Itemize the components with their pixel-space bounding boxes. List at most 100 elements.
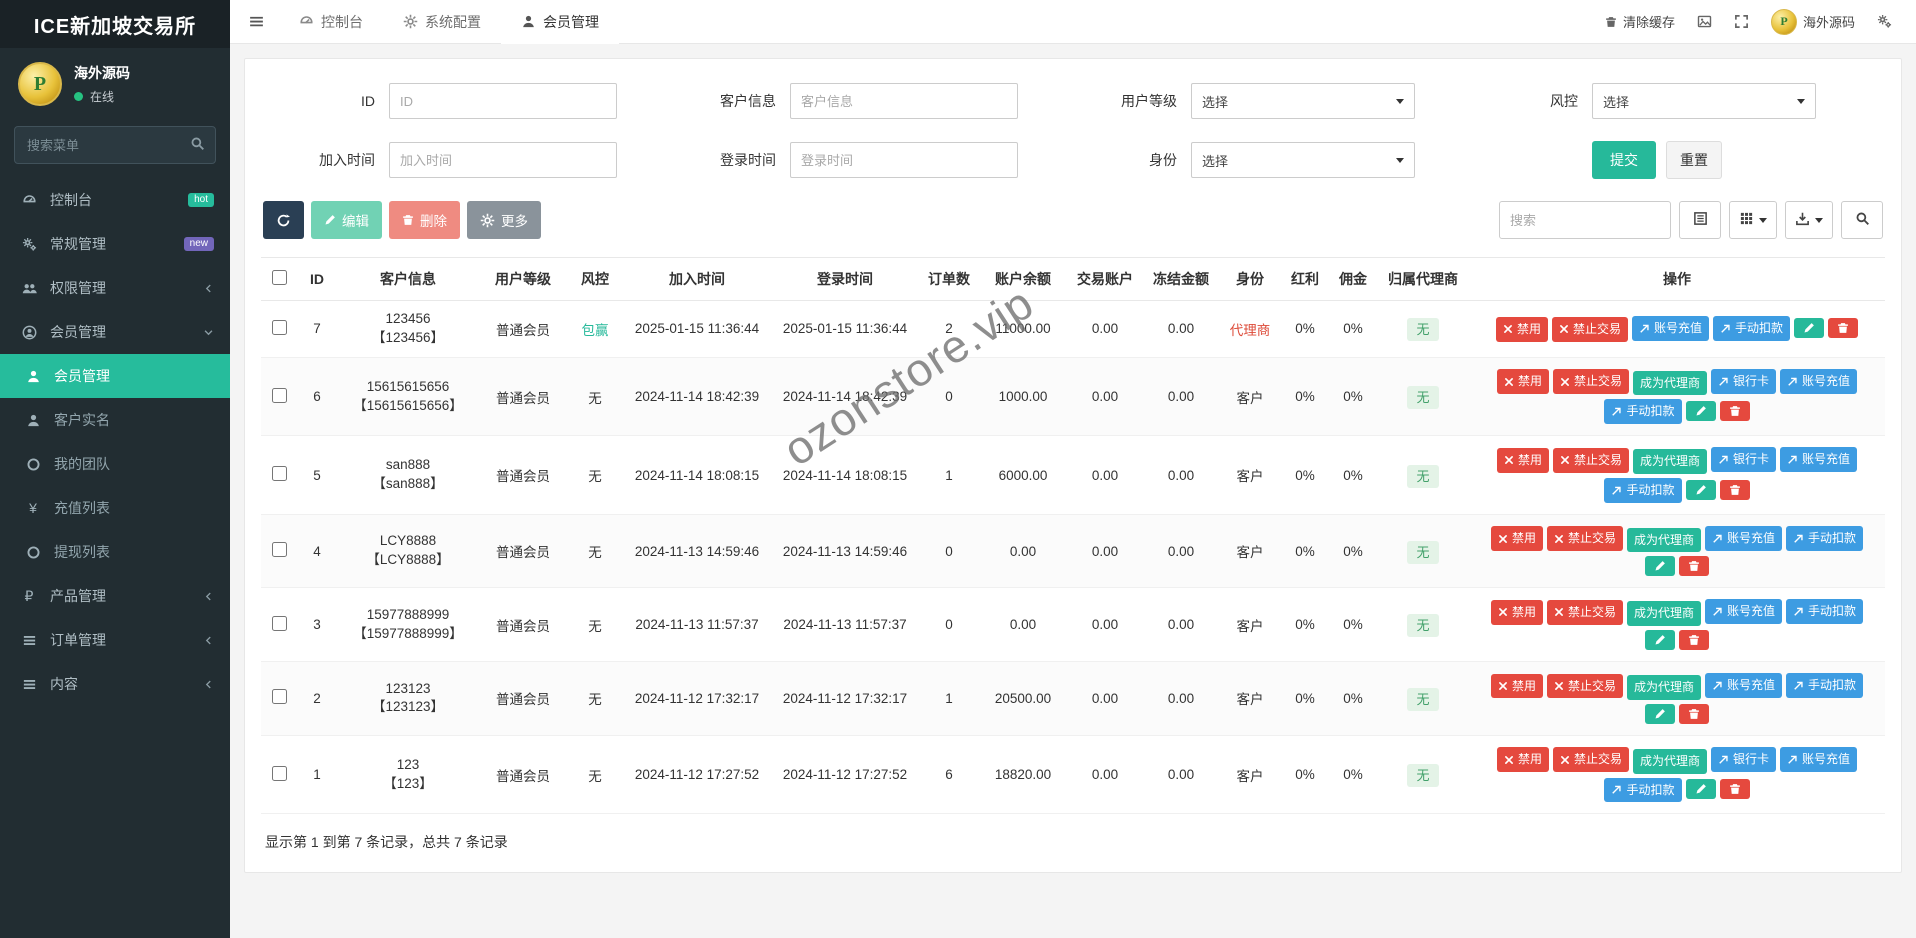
delete-button[interactable] [1719,779,1750,800]
row-checkbox[interactable] [271,387,287,403]
login-time-input[interactable] [790,142,1018,178]
recharge-button[interactable]: 账号充值 [1705,525,1783,551]
deduct-button[interactable]: 手动扣款 [1604,477,1682,503]
refresh-button[interactable] [263,201,304,239]
row-checkbox[interactable] [271,765,287,781]
deduct-button[interactable]: 手动扣款 [1786,525,1864,551]
deduct-button[interactable]: 手动扣款 [1604,399,1682,425]
recharge-button[interactable]: 账号充值 [1780,368,1858,394]
edit-button[interactable] [1645,703,1675,724]
more-button[interactable]: 更多 [467,201,541,239]
sidebar-item-product[interactable]: ₽ 产品管理 [0,574,230,618]
tab-dashboard[interactable]: 控制台 [279,0,383,44]
select-all-checkbox[interactable] [271,270,287,285]
forbid-button[interactable]: 禁止交易 [1551,316,1628,342]
identity-select[interactable]: 选择 [1191,142,1415,178]
search-button[interactable] [1841,201,1883,239]
agent-button[interactable]: 成为代理商 [1626,675,1701,700]
deduct-button[interactable]: 手动扣款 [1604,777,1682,803]
disable-button[interactable]: 禁用 [1490,526,1543,552]
sidebar-item-withdraw-list[interactable]: 提现列表 [0,530,230,574]
sidebar-item-general[interactable]: 常规管理 new [0,222,230,266]
disable-button[interactable]: 禁用 [1490,599,1543,625]
risk-select[interactable]: 选择 [1592,83,1816,119]
recharge-button[interactable]: 账号充值 [1780,746,1858,772]
edit-button[interactable] [1794,318,1825,339]
image-button[interactable] [1697,14,1712,29]
table-search-input[interactable] [1499,201,1671,239]
delete-button[interactable] [1719,479,1750,500]
row-checkbox[interactable] [271,466,287,481]
disable-button[interactable]: 禁用 [1496,747,1549,773]
edit-button[interactable]: 编辑 [311,201,382,239]
forbid-button[interactable]: 禁止交易 [1552,747,1629,773]
bank-button[interactable]: 银行卡 [1711,368,1777,394]
edit-button[interactable] [1685,779,1716,800]
sidebar-item-team[interactable]: 我的团队 [0,442,230,486]
tab-system-config[interactable]: 系统配置 [383,0,501,44]
sidebar-item-customer-real[interactable]: 客户实名 [0,398,230,442]
edit-button[interactable] [1685,479,1716,500]
delete-button[interactable] [1828,318,1859,339]
delete-button[interactable] [1679,703,1709,724]
recharge-button[interactable]: 账号充值 [1632,316,1710,342]
delete-button[interactable] [1679,556,1709,577]
agent-button[interactable]: 成为代理商 [1626,527,1701,553]
bank-button[interactable]: 银行卡 [1711,746,1777,772]
sidebar-item-recharge-list[interactable]: ¥ 充值列表 [0,486,230,530]
settings-button[interactable] [1877,14,1892,29]
forbid-button[interactable]: 禁止交易 [1546,526,1623,552]
hamburger-icon[interactable] [248,13,265,30]
sidebar-item-member-group[interactable]: 会员管理 [0,310,230,354]
row-checkbox[interactable] [271,319,287,335]
sidebar-item-dashboard[interactable]: 控制台 hot [0,178,230,222]
edit-button[interactable] [1685,401,1716,422]
row-checkbox[interactable] [271,689,287,705]
forbid-button[interactable]: 禁止交易 [1552,369,1629,395]
join-time-input[interactable] [389,142,617,178]
row-checkbox[interactable] [271,615,287,631]
forbid-button[interactable]: 禁止交易 [1552,447,1629,473]
export-button[interactable] [1785,201,1833,239]
edit-button[interactable] [1645,630,1675,651]
delete-button[interactable] [1719,401,1750,422]
forbid-button[interactable]: 禁止交易 [1546,673,1623,699]
agent-button[interactable]: 成为代理商 [1626,601,1701,627]
deduct-button[interactable]: 手动扣款 [1786,673,1864,698]
sidebar-item-permission[interactable]: 权限管理 [0,266,230,310]
sidebar-item-content[interactable]: 内容 [0,662,230,706]
deduct-button[interactable]: 手动扣款 [1713,316,1791,342]
disable-button[interactable]: 禁用 [1490,673,1543,699]
customer-input[interactable] [790,83,1018,119]
detail-view-button[interactable] [1679,201,1721,239]
columns-button[interactable] [1729,201,1777,239]
edit-button[interactable] [1645,556,1675,577]
fullscreen-button[interactable] [1734,14,1749,29]
agent-button[interactable]: 成为代理商 [1632,449,1707,474]
reset-button[interactable]: 重置 [1666,141,1722,179]
clear-cache-button[interactable]: 清除缓存 [1605,12,1675,31]
recharge-button[interactable]: 账号充值 [1705,673,1783,698]
row-checkbox[interactable] [271,542,287,558]
recharge-button[interactable]: 账号充值 [1780,447,1858,473]
disable-button[interactable]: 禁用 [1496,447,1549,473]
sidebar-item-member[interactable]: 会员管理 [0,354,230,398]
disable-button[interactable]: 禁用 [1496,369,1549,395]
deduct-button[interactable]: 手动扣款 [1786,599,1864,625]
disable-button[interactable]: 禁用 [1495,316,1548,342]
delete-button[interactable]: 删除 [389,201,460,239]
pencil-icon [1695,484,1707,496]
bank-button[interactable]: 银行卡 [1711,447,1777,473]
sidebar-item-order[interactable]: 订单管理 [0,618,230,662]
user-menu[interactable]: P 海外源码 [1770,8,1855,35]
recharge-button[interactable]: 账号充值 [1705,599,1783,625]
level-select[interactable]: 选择 [1191,83,1415,119]
agent-button[interactable]: 成为代理商 [1632,748,1707,774]
id-input[interactable] [389,83,617,119]
delete-button[interactable] [1679,630,1709,651]
agent-button[interactable]: 成为代理商 [1632,370,1707,396]
sidebar-search-input[interactable] [14,126,216,164]
submit-button[interactable]: 提交 [1592,141,1656,179]
forbid-button[interactable]: 禁止交易 [1546,599,1623,625]
tab-member-management[interactable]: 会员管理 [501,0,619,44]
